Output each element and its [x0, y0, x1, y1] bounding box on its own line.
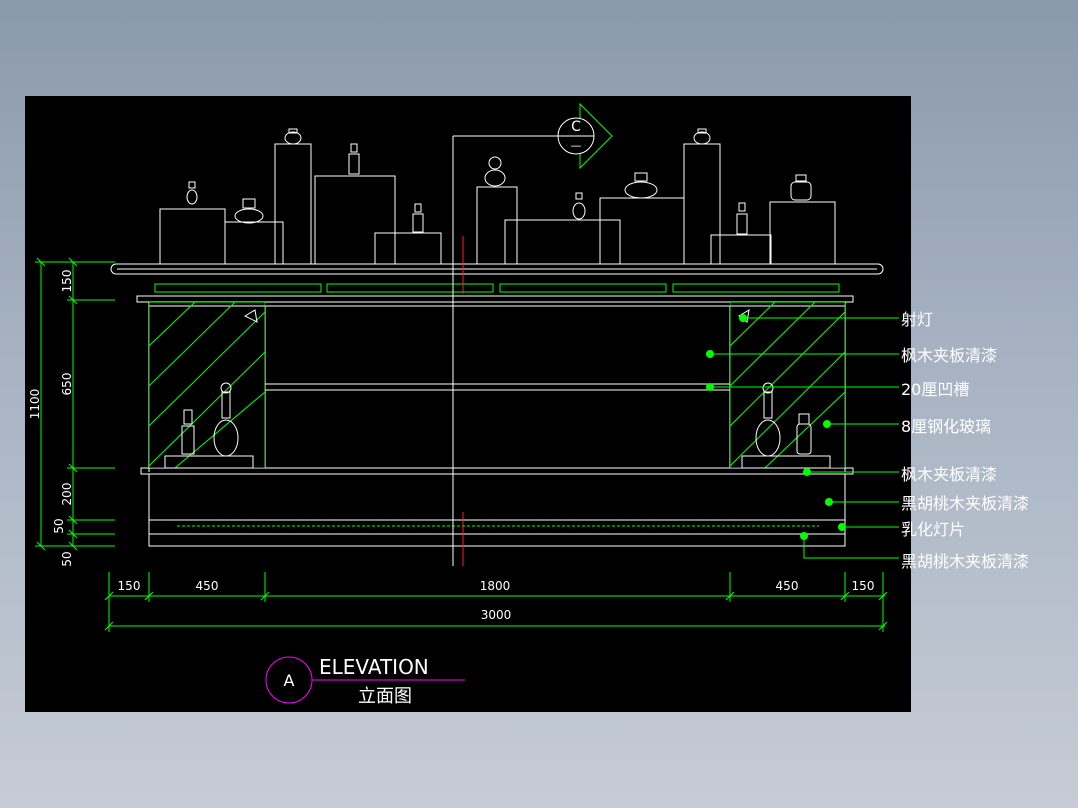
dim-label: 1800: [480, 579, 511, 593]
callout-label: 黑胡桃木夹板清漆: [901, 552, 1030, 571]
dim-label: 150: [852, 579, 875, 593]
light-troughs: [154, 283, 840, 293]
glass-niche-left: [149, 302, 265, 468]
callout-label: 黑胡桃木夹板清漆: [901, 494, 1030, 513]
dim-label: 450: [776, 579, 799, 593]
perfume-bottle-icon: [186, 181, 198, 205]
perfume-bottle-icon: [484, 156, 506, 187]
dim-label: 200: [60, 483, 74, 506]
callout-label: 8厘钢化玻璃: [901, 417, 992, 436]
dim-label: 650: [60, 373, 74, 396]
callout-label: 枫木夹板清漆: [901, 465, 998, 484]
dim-label: 50: [52, 518, 66, 533]
perfume-bottle-icon: [213, 382, 239, 457]
display-platforms: [159, 143, 836, 265]
perfume-bottle-icon: [796, 413, 812, 455]
cabinet-body: [140, 301, 854, 547]
title-english: ELEVATION: [319, 655, 429, 679]
perfume-bottle-icon: [736, 202, 748, 235]
callout-label: 射灯: [901, 310, 934, 329]
title-chinese: 立面图: [358, 686, 412, 707]
dim-label: 450: [196, 579, 219, 593]
perfume-bottle-icon: [234, 198, 264, 224]
section-marker: C —: [453, 102, 613, 170]
dim-label: 1100: [28, 389, 42, 420]
cad-drawing-sheet: C — 150 650 1100 200 50 50 150 450 1800 …: [25, 96, 911, 712]
callout-label: 枫木夹板清漆: [901, 346, 998, 365]
perfume-bottle-icon: [348, 143, 360, 175]
spotlight-icon: [243, 309, 258, 323]
cornice-moulding: [110, 263, 884, 303]
section-sub: —: [571, 139, 582, 152]
title-block: A ELEVATION 立面图: [265, 655, 465, 707]
elevation-drawing: C — 150 650 1100 200 50 50 150 450 1800 …: [28, 102, 899, 707]
dim-label: 150: [60, 270, 74, 293]
title-letter: A: [284, 671, 295, 690]
left-dimensions: [35, 257, 115, 551]
dim-label: 50: [60, 551, 74, 566]
perfume-bottle-icon: [412, 203, 424, 233]
callout-label: 20厘凹槽: [901, 380, 970, 399]
perfume-bottle-icon: [572, 192, 586, 220]
section-letter: C: [571, 119, 581, 135]
perfume-bottle-icon: [284, 128, 302, 145]
perfume-bottle-icon: [693, 128, 711, 145]
callout-label: 乳化灯片: [901, 520, 966, 539]
perfume-bottles-top: [186, 128, 812, 235]
perfume-bottle-icon: [790, 174, 812, 201]
perfume-bottle-icon: [624, 172, 658, 199]
dim-total-label: 3000: [481, 608, 512, 622]
leader-lines: [706, 314, 899, 559]
dim-label: 150: [118, 579, 141, 593]
glass-niche-right: [730, 302, 845, 468]
